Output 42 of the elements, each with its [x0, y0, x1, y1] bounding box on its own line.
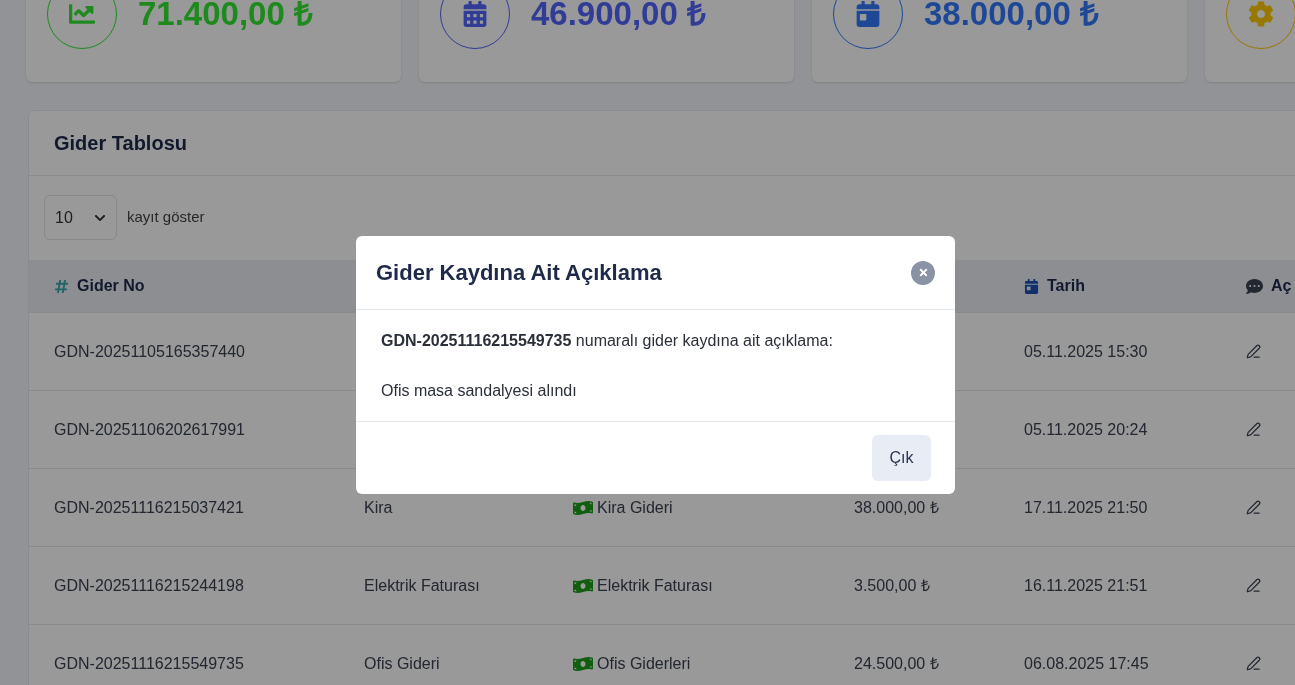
table-cell-text: 06.08.2025 17:45 [1023, 653, 1150, 674]
table-cell-text: Kira Gideri [597, 497, 673, 518]
stat-value: 71.400,00 ₺ [138, 0, 313, 34]
table-cell: 3.500,00 ₺ [854, 576, 930, 594]
table-cell-text: Ofis Giderleri [597, 653, 691, 674]
table-cell-text: GDN-20251116215549735 [53, 653, 245, 674]
comment-icon [1246, 277, 1263, 295]
modal-description: Ofis masa sandalyesi alındı [381, 381, 578, 401]
page-length-label: kayıt göster [127, 207, 205, 228]
column-header: Tarih [1047, 276, 1085, 296]
column-header: Gider No [77, 276, 145, 296]
table-cell-text: GDN-20251116215037421 [53, 497, 245, 518]
edit-icon[interactable] [1246, 656, 1261, 671]
page-length-select[interactable]: 10 [44, 195, 117, 240]
hash-icon [54, 278, 69, 294]
table-cell: 24.500,00 ₺ [854, 654, 939, 672]
edit-icon[interactable] [1246, 500, 1261, 515]
edit-icon[interactable] [1246, 422, 1261, 437]
table-title: Gider Tablosu [54, 131, 187, 156]
modal-title: Gider Kaydına Ait Açıklama [376, 259, 662, 287]
close-icon [917, 267, 929, 278]
table-cell-text: 16.11.2025 21:51 [1023, 575, 1149, 596]
table-cell: Ofis Gideri [364, 654, 440, 672]
table-cell-text: Elektrik Faturası [597, 575, 713, 596]
table-cell-text: GDN-20251105165357440 [53, 341, 246, 362]
column-header: Aç [1271, 276, 1292, 296]
table-cell: 38.000,00 ₺ [854, 498, 939, 516]
edit-icon[interactable] [1246, 344, 1261, 359]
table-cell-text: 05.11.2025 20:24 [1023, 419, 1149, 440]
close-button[interactable] [911, 260, 935, 285]
table-cell-text: GDN-20251116215244198 [53, 575, 245, 596]
stat-value: 38.000,00 ₺ [924, 0, 1099, 34]
edit-icon[interactable] [1246, 578, 1261, 593]
stat-value: 46.900,00 ₺ [531, 0, 706, 34]
table-cell: Elektrik Faturası [364, 576, 480, 594]
exit-button[interactable]: Çık [872, 435, 931, 481]
table-cell-text: 05.11.2025 15:30 [1023, 341, 1149, 362]
calendar-icon [1024, 278, 1039, 294]
table-cell-text: GDN-20251106202617991 [53, 419, 246, 440]
modal-message: GDN-20251116215549735 numaralı gider kaydına ait açıklama: [381, 331, 834, 351]
table-cell-text: 17.11.2025 21:50 [1023, 497, 1149, 518]
table-cell: Kira [364, 498, 393, 516]
